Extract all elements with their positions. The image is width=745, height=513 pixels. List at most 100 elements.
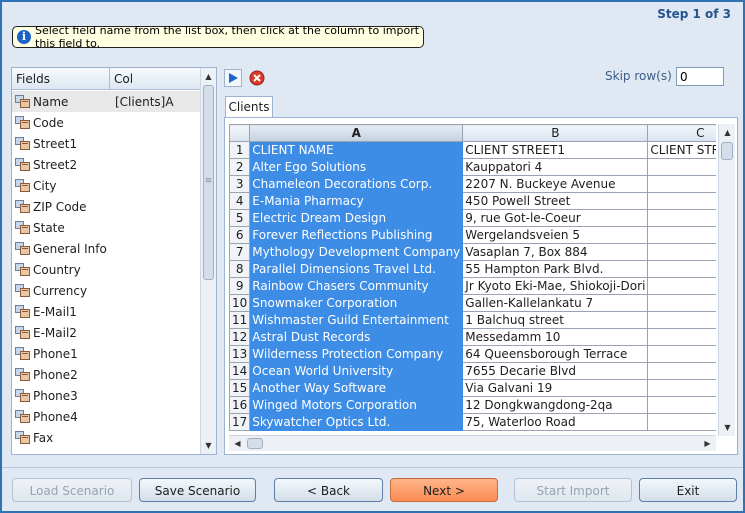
cell-column-b[interactable]: Via Galvani 19 <box>462 379 649 397</box>
remove-assignment-button[interactable] <box>248 69 266 87</box>
cell-column-b[interactable]: 55 Hampton Park Blvd. <box>462 260 649 278</box>
tab-clients[interactable]: Clients <box>225 96 273 118</box>
cell-column-c[interactable] <box>647 294 716 312</box>
cell-column-b[interactable]: 450 Powell Street <box>462 192 649 210</box>
cell-column-c[interactable] <box>647 175 716 193</box>
row-number[interactable]: 3 <box>229 175 251 193</box>
cell-column-b[interactable]: 64 Queensborough Terrace <box>462 345 649 363</box>
cell-column-a[interactable]: Ocean World University <box>249 362 464 380</box>
cell-column-b[interactable]: Jr Kyoto Eki-Mae, Shiokoji-Dori <box>462 277 649 295</box>
field-item[interactable]: General Info <box>12 238 200 259</box>
cell-column-c[interactable] <box>647 243 716 261</box>
field-item[interactable]: Phone3 <box>12 385 200 406</box>
cell-column-a[interactable]: Mythology Development Company <box>249 243 464 261</box>
cell-column-a[interactable]: CLIENT NAME <box>249 141 464 159</box>
field-item[interactable]: ZIP Code <box>12 196 200 217</box>
data-grid[interactable]: A B C 1 CLIENT NAME CLIENT STREET1 CLIENT S… <box>229 124 716 431</box>
cell-column-c[interactable] <box>647 328 716 346</box>
fields-list-scrollbar[interactable]: ▲ ≡ ▼ <box>200 68 216 454</box>
cell-column-b[interactable]: 2207 N. Buckeye Avenue <box>462 175 649 193</box>
field-item[interactable]: Code <box>12 112 200 133</box>
field-item[interactable]: City <box>12 175 200 196</box>
field-item[interactable]: State <box>12 217 200 238</box>
cell-column-a[interactable]: Alter Ego Solutions <box>249 158 464 176</box>
cell-column-c[interactable] <box>647 362 716 380</box>
row-number[interactable]: 12 <box>229 328 251 346</box>
col-column-header[interactable]: Col <box>110 68 133 90</box>
cell-column-b[interactable]: 9, rue Got-le-Coeur <box>462 209 649 227</box>
column-header-b[interactable]: B <box>462 124 649 142</box>
grid-scroll-right-icon[interactable]: ▶ <box>700 436 715 451</box>
cell-column-b[interactable]: Vasaplan 7, Box 884 <box>462 243 649 261</box>
field-item[interactable]: Fax <box>12 427 200 448</box>
cell-column-c[interactable]: CLIENT STREET2 <box>647 141 716 159</box>
cell-column-b[interactable]: 1 Balchuq street <box>462 311 649 329</box>
column-header-c[interactable]: C <box>647 124 716 142</box>
cell-column-a[interactable]: Chameleon Decorations Corp. <box>249 175 464 193</box>
fields-list-panel[interactable]: Fields Col Name [Clients]A Code Street1 Stre… <box>11 67 217 455</box>
cell-column-c[interactable] <box>647 158 716 176</box>
cell-column-a[interactable]: Forever Reflections Publishing <box>249 226 464 244</box>
fields-list[interactable]: Name [Clients]A Code Street1 Street2 City ZIP … <box>12 91 200 448</box>
cell-column-a[interactable]: Skywatcher Optics Ltd. <box>249 413 464 431</box>
grid-vertical-scrollbar[interactable]: ▲ ▼ <box>718 124 735 436</box>
row-number[interactable]: 9 <box>229 277 251 295</box>
cell-column-a[interactable]: Winged Motors Corporation <box>249 396 464 414</box>
save-scenario-button[interactable]: Save Scenario <box>139 478 256 502</box>
assign-field-button[interactable] <box>224 69 242 87</box>
cell-column-a[interactable]: Wilderness Protection Company <box>249 345 464 363</box>
exit-button[interactable]: Exit <box>639 478 737 502</box>
cell-column-a[interactable]: Another Way Software <box>249 379 464 397</box>
row-number[interactable]: 8 <box>229 260 251 278</box>
skip-rows-input[interactable] <box>676 67 724 86</box>
cell-column-b[interactable]: 7655 Decarie Blvd <box>462 362 649 380</box>
grid-scroll-down-icon[interactable]: ▼ <box>720 420 735 435</box>
cell-column-b[interactable]: 75, Waterloo Road <box>462 413 649 431</box>
grid-vscroll-thumb[interactable] <box>721 142 733 160</box>
grid-scroll-up-icon[interactable]: ▲ <box>720 125 735 140</box>
cell-column-a[interactable]: Parallel Dimensions Travel Ltd. <box>249 260 464 278</box>
cell-column-a[interactable]: Snowmaker Corporation <box>249 294 464 312</box>
row-number[interactable]: 2 <box>229 158 251 176</box>
cell-column-b[interactable]: Messedamm 10 <box>462 328 649 346</box>
field-item[interactable]: Currency <box>12 280 200 301</box>
cell-column-a[interactable]: Wishmaster Guild Entertainment <box>249 311 464 329</box>
cell-column-a[interactable]: Astral Dust Records <box>249 328 464 346</box>
cell-column-b[interactable]: CLIENT STREET1 <box>462 141 649 159</box>
cell-column-a[interactable]: Electric Dream Design <box>249 209 464 227</box>
field-item[interactable]: E-Mail1 <box>12 301 200 322</box>
field-item[interactable]: Name [Clients]A <box>12 91 200 112</box>
field-item[interactable]: Phone2 <box>12 364 200 385</box>
cell-column-c[interactable] <box>647 311 716 329</box>
cell-column-b[interactable]: Gallen-Kallelankatu 7 <box>462 294 649 312</box>
cell-column-a[interactable]: Rainbow Chasers Community <box>249 277 464 295</box>
cell-column-b[interactable]: 12 Dongkwangdong-2qa <box>462 396 649 414</box>
back-button[interactable]: < Back <box>274 478 383 502</box>
cell-column-b[interactable]: Wergelandsveien 5 <box>462 226 649 244</box>
fields-column-header[interactable]: Fields <box>12 68 110 90</box>
cell-column-c[interactable] <box>647 379 716 397</box>
cell-column-c[interactable] <box>647 277 716 295</box>
scroll-down-icon[interactable]: ▼ <box>201 438 216 453</box>
cell-column-c[interactable] <box>647 345 716 363</box>
cell-column-a[interactable]: E-Mania Pharmacy <box>249 192 464 210</box>
row-number[interactable]: 16 <box>229 396 251 414</box>
field-item[interactable]: Phone1 <box>12 343 200 364</box>
grid-scroll-left-icon[interactable]: ◀ <box>230 436 245 451</box>
grid-hscroll-thumb[interactable] <box>247 438 263 449</box>
next-button[interactable]: Next > <box>390 478 498 502</box>
cell-column-c[interactable] <box>647 192 716 210</box>
row-number[interactable]: 11 <box>229 311 251 329</box>
grid-horizontal-scrollbar[interactable]: ◀ ▶ <box>229 435 716 451</box>
field-item[interactable]: E-Mail2 <box>12 322 200 343</box>
row-number[interactable]: 5 <box>229 209 251 227</box>
row-number[interactable]: 15 <box>229 379 251 397</box>
field-item[interactable]: Phone4 <box>12 406 200 427</box>
row-number[interactable]: 14 <box>229 362 251 380</box>
field-item[interactable]: Street1 <box>12 133 200 154</box>
field-item[interactable]: Street2 <box>12 154 200 175</box>
load-scenario-button[interactable]: Load Scenario <box>12 478 132 502</box>
row-number[interactable]: 7 <box>229 243 251 261</box>
row-number[interactable]: 6 <box>229 226 251 244</box>
row-number[interactable]: 4 <box>229 192 251 210</box>
